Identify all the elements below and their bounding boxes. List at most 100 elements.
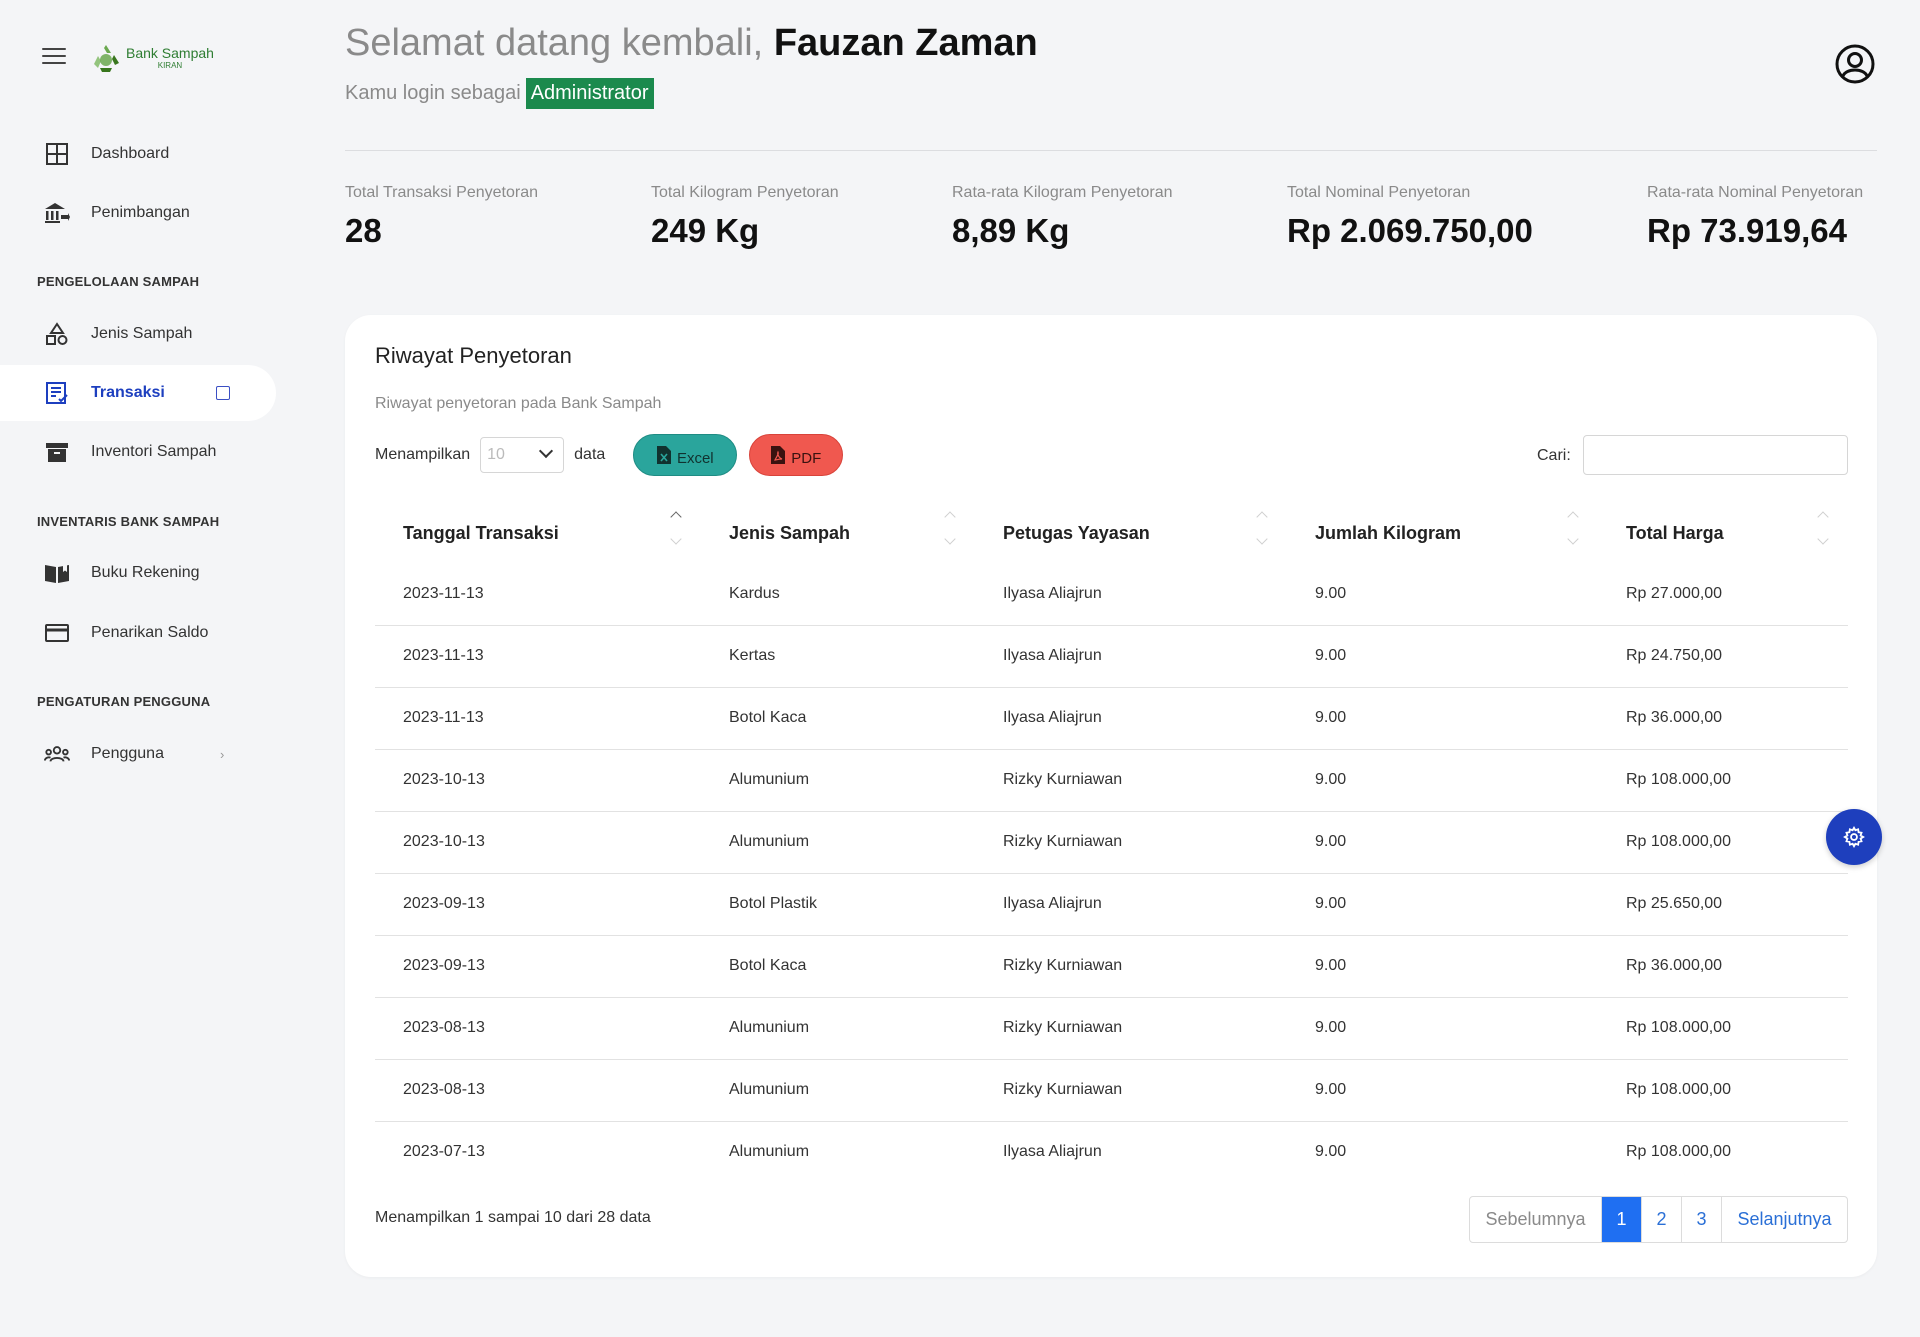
table-cell: Rizky Kurniawan: [975, 935, 1287, 998]
col-tanggal-transaksi[interactable]: Tanggal Transaksi: [375, 503, 701, 563]
stat-label: Total Nominal Penyetoran: [1287, 184, 1471, 201]
table-info: Menampilkan 1 sampai 10 dari 28 data: [375, 1209, 651, 1226]
table-row[interactable]: 2023-09-13 Botol Kaca Rizky Kurniawan 9.00 R…: [375, 935, 1848, 998]
table-row[interactable]: 2023-11-13 Botol Kaca Ilyasa Aliajrun 9.00 R…: [375, 687, 1848, 750]
archive-icon: [44, 439, 70, 465]
export-pdf-button[interactable]: PDF: [749, 434, 844, 476]
sidebar-item-dashboard[interactable]: Dashboard: [0, 126, 276, 182]
search-input[interactable]: [1583, 435, 1848, 475]
nav-section-title: PENGELOLAAN SAMPAH: [37, 274, 200, 289]
riwayat-penyetoran-card: Riwayat Penyetoran Riwayat penyetoran pa…: [345, 315, 1877, 1277]
table-row[interactable]: 2023-10-13 Alumunium Rizky Kurniawan 9.00 Rp…: [375, 749, 1848, 812]
shapes-icon: [44, 321, 70, 347]
col-total-harga[interactable]: Total Harga: [1598, 503, 1848, 563]
table-cell: Ilyasa Aliajrun: [975, 625, 1287, 688]
pagination-next-button[interactable]: Selanjutnya: [1721, 1197, 1847, 1242]
export-excel-button[interactable]: Excel: [633, 434, 738, 476]
table-cell: 2023-08-13: [375, 997, 701, 1060]
card-title: Riwayat Penyetoran: [375, 343, 572, 368]
brand-title: Bank Sampah: [126, 45, 214, 61]
grid-icon: [44, 141, 70, 167]
recycle-logo-icon: [94, 45, 119, 72]
pagination-page-3[interactable]: 3: [1681, 1197, 1721, 1242]
show-prefix: Menampilkan: [375, 446, 471, 463]
table-row[interactable]: 2023-07-13 Alumunium Ilyasa Aliajrun 9.00 Rp…: [375, 1121, 1848, 1183]
sidebar-item-pengguna[interactable]: Pengguna ›: [0, 726, 276, 782]
stat-label: Total Transaksi Penyetoran: [345, 184, 538, 201]
table-cell: Kertas: [701, 625, 975, 688]
table-cell: Alumunium: [701, 997, 975, 1060]
sort-icon: [1255, 505, 1269, 555]
sidebar-item-buku-rekening[interactable]: Buku Rekening: [0, 545, 276, 601]
table-cell: Rp 108.000,00: [1626, 1143, 1731, 1161]
stat-value: 28: [345, 212, 382, 249]
sidebar-item-transaksi[interactable]: Transaksi: [0, 365, 276, 421]
table-controls: Menampilkan 10 data Excel PDF: [375, 434, 844, 476]
brand-logo[interactable]: Bank Sampah KIRAN: [90, 42, 214, 74]
pagination-prev-button[interactable]: Sebelumnya: [1470, 1197, 1601, 1242]
table-cell: 9.00: [1287, 935, 1598, 998]
sidebar-item-label: Inventori Sampah: [91, 443, 217, 460]
col-jenis-sampah[interactable]: Jenis Sampah: [701, 503, 975, 563]
table-cell: 9.00: [1287, 625, 1598, 688]
settings-fab-button[interactable]: [1826, 809, 1882, 865]
table-row[interactable]: 2023-09-13 Botol Plastik Ilyasa Aliajrun 9.…: [375, 873, 1848, 936]
sidebar-item-label: Buku Rekening: [91, 564, 200, 581]
table-row[interactable]: 2023-08-13 Alumunium Rizky Kurniawan 9.00 Rp…: [375, 997, 1848, 1060]
table-cell: Rp 108.000,00: [1598, 997, 1848, 1060]
table-cell: Rp 108.000,00: [1598, 1059, 1848, 1122]
table-row[interactable]: 2023-11-13 Kertas Ilyasa Aliajrun 9.00 Rp 24…: [375, 625, 1848, 688]
page-size-value: 10: [487, 446, 505, 463]
credit-card-icon: [44, 620, 70, 646]
sidebar-item-label: Dashboard: [91, 145, 170, 162]
sidebar-item-penimbangan[interactable]: Penimbangan: [0, 185, 276, 241]
header-divider: [345, 150, 1877, 151]
stat-total-nominal: Total Nominal Penyetoran Rp 2.069.750,00: [1287, 184, 1533, 250]
table-cell: Ilyasa Aliajrun: [975, 563, 1287, 626]
table-row[interactable]: 2023-08-13 Alumunium Rizky Kurniawan 9.00 Rp…: [375, 1059, 1848, 1122]
table-cell: Rizky Kurniawan: [975, 1059, 1287, 1122]
table-row[interactable]: 2023-11-13 Kardus Ilyasa Aliajrun 9.00 Rp 27…: [375, 563, 1848, 626]
hamburger-menu-icon[interactable]: [42, 48, 66, 68]
col-jumlah-kilogram[interactable]: Jumlah Kilogram: [1287, 503, 1598, 563]
table-cell: 2023-11-13: [375, 563, 701, 626]
table-cell: 9.00: [1287, 563, 1598, 626]
excel-file-icon: [656, 446, 671, 464]
chevron-down-icon: [539, 443, 554, 459]
table-cell: 2023-07-13: [403, 1143, 485, 1161]
table-row[interactable]: 2023-10-13 Alumunium Rizky Kurniawan 9.00 Rp…: [375, 811, 1848, 874]
book-icon: [44, 560, 70, 586]
table-cell: 9.00: [1287, 687, 1598, 750]
table-cell: Botol Kaca: [701, 687, 975, 750]
transactions-table: Tanggal Transaksi Jenis Sampah Petugas Y…: [375, 503, 1848, 1183]
table-cell: Alumunium: [701, 749, 975, 812]
pagination-page-1[interactable]: 1: [1601, 1197, 1641, 1242]
column-header-label: Jenis Sampah: [729, 522, 851, 543]
user-avatar-icon[interactable]: [1835, 44, 1875, 84]
sidebar-item-label: Jenis Sampah: [91, 325, 193, 342]
page-size-select[interactable]: 10: [480, 437, 565, 473]
sidebar-item-penarikan-saldo[interactable]: Penarikan Saldo: [0, 605, 276, 661]
pagination-page-2[interactable]: 2: [1641, 1197, 1681, 1242]
sidebar-item-jenis-sampah[interactable]: Jenis Sampah: [0, 306, 276, 362]
stat-rata-kilogram: Rata-rata Kilogram Penyetoran 8,89 Kg: [952, 184, 1173, 250]
column-header-label: Total Harga: [1626, 522, 1724, 543]
table-cell: Kardus: [701, 563, 975, 626]
table-cell: Rp 108.000,00: [1598, 749, 1848, 812]
table-cell: Rp 108.000,00: [1598, 811, 1848, 874]
table-cell: Rizky Kurniawan: [975, 811, 1287, 874]
col-petugas-yayasan[interactable]: Petugas Yayasan: [975, 503, 1287, 563]
stat-value: Rp 2.069.750,00: [1287, 212, 1533, 249]
sort-icon: [943, 505, 957, 555]
table-cell: 9.00: [1287, 1059, 1598, 1122]
sort-icon: [1816, 505, 1830, 555]
table-cell: Rp 27.000,00: [1598, 563, 1848, 626]
stat-value: 249 Kg: [651, 212, 760, 249]
table-cell: Rizky Kurniawan: [975, 997, 1287, 1060]
calculator-icon: [216, 386, 230, 400]
table-cell: 2023-10-13: [375, 811, 701, 874]
table-header-row: Tanggal Transaksi Jenis Sampah Petugas Y…: [375, 503, 1848, 563]
table-cell: Alumunium: [729, 1143, 810, 1161]
sidebar-item-inventori-sampah[interactable]: Inventori Sampah: [0, 424, 276, 480]
brand-subtitle: KIRAN: [157, 61, 183, 70]
